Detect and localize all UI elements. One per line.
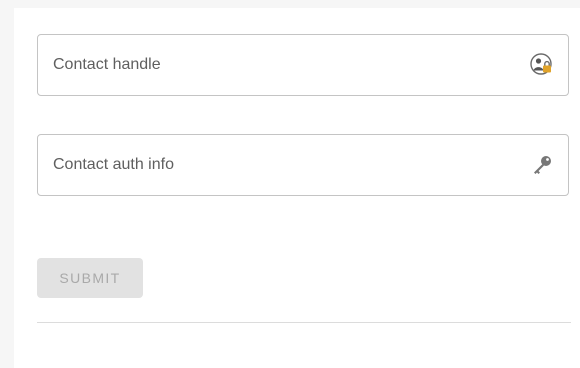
contact-auth-info-field[interactable]: Contact auth info (37, 134, 569, 196)
contact-auth-info-label: Contact auth info (53, 156, 174, 173)
form-panel: Contact handle Contact auth info SUBMIT (14, 8, 580, 368)
submit-button[interactable]: SUBMIT (37, 258, 143, 298)
contact-handle-field[interactable]: Contact handle (37, 34, 569, 96)
divider (37, 322, 571, 323)
key-icon (534, 156, 551, 174)
contact-handle-label: Contact handle (53, 56, 161, 73)
user-lock-icon (530, 53, 552, 75)
